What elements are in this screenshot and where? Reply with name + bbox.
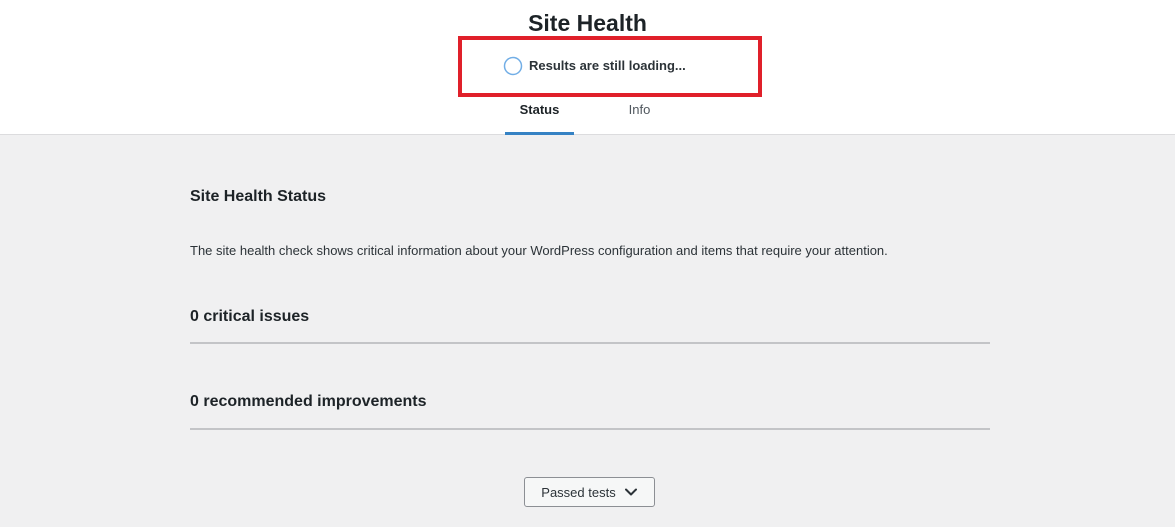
recommended-improvements-group: 0 recommended improvements xyxy=(190,385,990,430)
page-title: Site Health xyxy=(528,10,647,36)
tab-status[interactable]: Status xyxy=(505,100,574,135)
loading-text: Results are still loading... xyxy=(529,58,686,73)
tab-info[interactable]: Info xyxy=(605,100,674,135)
passed-tests-button[interactable]: Passed tests xyxy=(524,477,655,507)
progress-ring-icon xyxy=(503,56,523,76)
passed-tests-label: Passed tests xyxy=(541,484,616,500)
site-health-header: Site Health Results are still loading...… xyxy=(0,0,1175,135)
loading-status: Results are still loading... xyxy=(503,56,686,76)
section-title: Site Health Status xyxy=(190,188,327,205)
section-description: The site health check shows critical inf… xyxy=(190,243,888,258)
critical-issues-group: 0 critical issues xyxy=(190,300,990,344)
chevron-down-icon xyxy=(624,485,638,499)
critical-issues-count: 0 critical issues xyxy=(190,308,310,325)
recommended-improvements-count: 0 recommended improvements xyxy=(190,393,427,410)
